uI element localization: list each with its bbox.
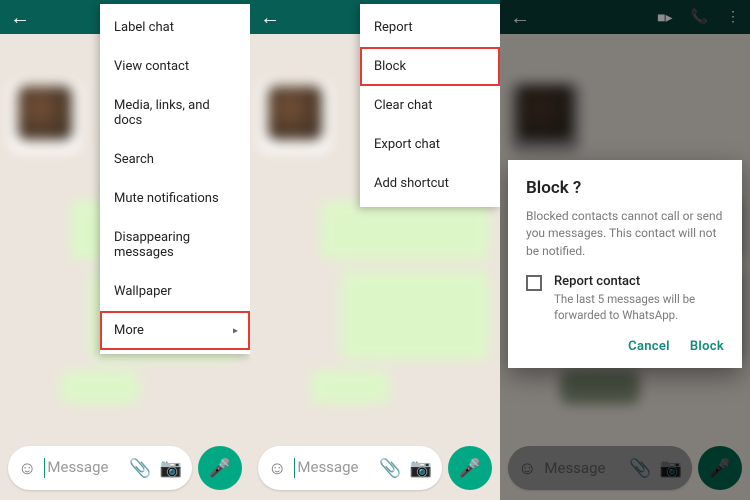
chevron-right-icon: ▸ xyxy=(233,325,238,336)
dialog-body: Blocked contacts cannot call or send you… xyxy=(526,208,724,260)
block-button[interactable]: Block xyxy=(690,339,724,354)
report-checkbox-label: Report contact xyxy=(554,274,724,289)
back-icon[interactable]: ← xyxy=(10,5,30,30)
message-placeholder: Message xyxy=(44,458,121,478)
report-checkbox-sub: The last 5 messages will be forwarded to… xyxy=(554,291,724,323)
message-placeholder: Message xyxy=(294,458,371,478)
screen-block-dialog: ← ■▸ 📞 ⋮ Block ? Blocked contacts cannot… xyxy=(500,0,750,500)
chat-more-submenu: Report Block Clear chat Export chat Add … xyxy=(360,4,500,207)
menu-item-media-links-docs[interactable]: Media, links, and docs xyxy=(100,86,250,140)
back-icon[interactable]: ← xyxy=(260,5,280,30)
block-confirm-dialog: Block ? Blocked contacts cannot call or … xyxy=(508,160,742,368)
mic-button[interactable]: 🎤 xyxy=(198,446,242,490)
menu-item-view-contact[interactable]: View contact xyxy=(100,47,250,86)
emoji-icon[interactable]: ☺ xyxy=(18,458,36,479)
menu-item-block[interactable]: Block xyxy=(360,47,500,86)
cancel-button[interactable]: Cancel xyxy=(628,339,670,354)
chat-options-menu: Label chat View contact Media, links, an… xyxy=(100,4,250,354)
message-input[interactable]: ☺ Message 📎 📷 xyxy=(258,446,442,490)
message-input-bar: ☺ Message 📎 📷 🎤 xyxy=(258,446,492,490)
message-input-bar: ☺ Message 📎 📷 🎤 xyxy=(8,446,242,490)
screen-chat-menu-main: ← Label chat View contact Media, links, … xyxy=(0,0,250,500)
attach-icon[interactable]: 📎 xyxy=(379,458,401,479)
menu-item-more[interactable]: More ▸ xyxy=(100,311,250,350)
camera-icon[interactable]: 📷 xyxy=(160,458,182,479)
menu-item-export-chat[interactable]: Export chat xyxy=(360,125,500,164)
menu-item-report[interactable]: Report xyxy=(360,8,500,47)
mic-icon: 🎤 xyxy=(209,458,231,479)
report-contact-row[interactable]: Report contact The last 5 messages will … xyxy=(526,274,724,323)
emoji-icon[interactable]: ☺ xyxy=(268,458,286,479)
menu-item-disappearing-messages[interactable]: Disappearing messages xyxy=(100,218,250,272)
menu-item-mute-notifications[interactable]: Mute notifications xyxy=(100,179,250,218)
dialog-title: Block ? xyxy=(526,178,724,198)
menu-item-search[interactable]: Search xyxy=(100,140,250,179)
menu-item-label: More xyxy=(114,323,144,338)
menu-item-clear-chat[interactable]: Clear chat xyxy=(360,86,500,125)
screen-chat-menu-more: ← Report Block Clear chat Export chat Ad… xyxy=(250,0,500,500)
menu-item-add-shortcut[interactable]: Add shortcut xyxy=(360,164,500,203)
camera-icon[interactable]: 📷 xyxy=(410,458,432,479)
mic-icon: 🎤 xyxy=(459,458,481,479)
dialog-actions: Cancel Block xyxy=(526,333,724,360)
report-checkbox[interactable] xyxy=(526,275,542,291)
menu-item-wallpaper[interactable]: Wallpaper xyxy=(100,272,250,311)
message-input[interactable]: ☺ Message 📎 📷 xyxy=(8,446,192,490)
attach-icon[interactable]: 📎 xyxy=(129,458,151,479)
menu-item-label-chat[interactable]: Label chat xyxy=(100,8,250,47)
mic-button[interactable]: 🎤 xyxy=(448,446,492,490)
